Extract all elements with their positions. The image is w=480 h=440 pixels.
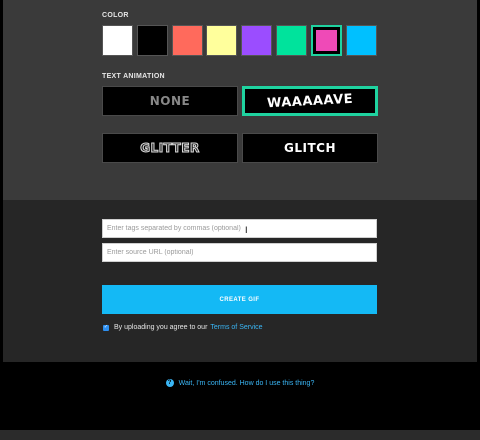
help-row: ? Wait, I'm confused. How do I use this … (0, 379, 480, 387)
animation-option-glitter[interactable]: GLITTER (102, 133, 238, 163)
footer-bar (0, 430, 480, 440)
color-swatch-green[interactable] (276, 25, 307, 56)
color-swatch-salmon[interactable] (172, 25, 203, 56)
editor-panel (3, 0, 477, 200)
create-gif-button[interactable]: CREATE GIF (102, 285, 377, 314)
source-url-input[interactable] (102, 243, 377, 262)
animation-option-label: WAAAAAVE (266, 91, 354, 111)
help-link[interactable]: Wait, I'm confused. How do I use this th… (179, 380, 315, 387)
color-swatch-yellow[interactable] (206, 25, 237, 56)
animation-option-label: GLITTER (140, 141, 200, 156)
terms-text: By uploading you agree to our (114, 324, 208, 331)
question-icon[interactable]: ? (165, 379, 174, 387)
animation-option-label: NONE (149, 94, 191, 108)
color-swatch-white[interactable] (102, 25, 133, 56)
color-swatch-blue[interactable] (346, 25, 377, 56)
tags-input[interactable] (102, 219, 377, 238)
animation-section-label: TEXT ANIMATION (102, 73, 165, 80)
terms-of-service-link[interactable]: Terms of Service (210, 324, 262, 331)
color-section-label: COLOR (102, 12, 129, 19)
color-swatch-pink[interactable] (311, 25, 342, 56)
animation-option-label: GLITCH (284, 141, 336, 155)
animation-option-glitch[interactable]: GLITCH (242, 133, 378, 163)
color-swatch-purple[interactable] (241, 25, 272, 56)
color-swatch-black[interactable] (137, 25, 168, 56)
terms-row: ✓ By uploading you agree to our Terms of… (103, 324, 263, 331)
animation-option-wave[interactable]: WAAAAAVE (242, 86, 378, 116)
animation-option-none[interactable]: NONE (102, 86, 238, 116)
terms-checkbox[interactable]: ✓ (103, 324, 109, 331)
